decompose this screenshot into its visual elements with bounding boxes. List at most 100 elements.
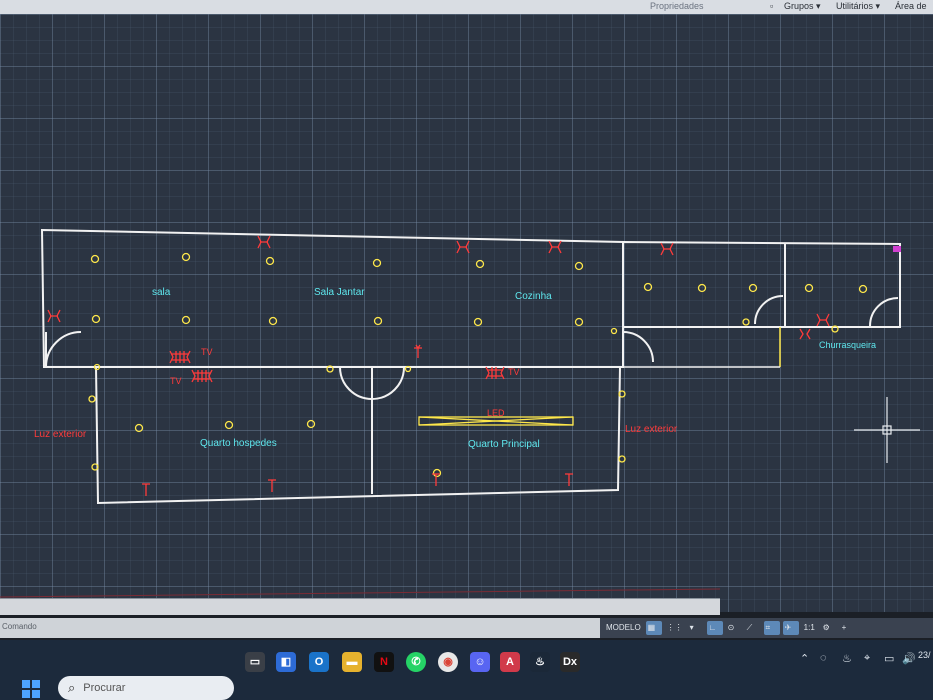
light-icon (697, 283, 707, 293)
chrome-icon[interactable]: ◉ (438, 652, 458, 672)
netflix-icon[interactable]: N (374, 652, 394, 672)
room-label-churrasqueira: Churrasqueira (819, 340, 876, 350)
room-label-sala: sala (152, 287, 171, 298)
outlet-icon (548, 240, 562, 254)
outlet-icon (799, 328, 811, 340)
autocad-icon[interactable]: A (500, 652, 520, 672)
light-icon (268, 316, 278, 326)
magenta-marker (893, 246, 901, 252)
store-icon[interactable]: ◧ (276, 652, 296, 672)
floor-plan: sala Sala Jantar Cozinha Churrasqueira Q… (0, 228, 920, 598)
location-icon[interactable]: ⌖ (864, 652, 870, 665)
scale-label[interactable]: 1:1 (802, 621, 818, 635)
discord-icon[interactable]: ☺ (470, 652, 490, 672)
outlet-icon (191, 369, 213, 383)
otrack-icon[interactable]: ⌗ (763, 621, 780, 635)
ribbon-grupos[interactable]: Grupos ▾ (784, 0, 821, 12)
task-view-icon[interactable]: ▭ (245, 652, 265, 672)
outlet-icon (456, 240, 470, 254)
light-icon (858, 284, 868, 294)
display-icon[interactable]: ▭ (884, 652, 894, 665)
snap-icon[interactable]: ⋮⋮ (665, 621, 685, 635)
crosshair-cursor (854, 397, 920, 463)
light-icon (372, 258, 382, 268)
outlet-icon (485, 366, 505, 380)
ribbon-properties[interactable]: Propriedades (650, 0, 704, 12)
light-icon (134, 423, 144, 433)
command-line[interactable] (0, 598, 720, 615)
tray-app-icon[interactable]: ◌ (820, 652, 827, 664)
light-icon (473, 317, 483, 327)
clock[interactable]: 23/ (918, 650, 931, 660)
windows-start-icon[interactable] (22, 680, 40, 698)
search-icon: ⌕ (68, 680, 76, 695)
door-arc-right2 (869, 297, 899, 327)
osnap-icon[interactable]: ⟋ (745, 621, 761, 635)
door-arc-right1 (754, 295, 784, 325)
red-guide-line (0, 588, 721, 598)
room-label-cozinha: Cozinha (515, 291, 552, 302)
dropdown-icon[interactable]: ▾ (688, 621, 704, 635)
status-bar: MODELO ▦ ⋮⋮ ▾ ∟ ⊙ ⟋ ⌗ ✈ 1:1 ⚙ + (600, 618, 933, 638)
tv-label: TV (508, 367, 520, 377)
outlet-icon (47, 309, 61, 323)
annotation-icon[interactable]: ✈ (782, 621, 799, 635)
taskbar: ⌕ Procurar ▭ ◧ O ▬ N ✆ ◉ ☺ A ♨ Dx ⌃ ◌ ♨ … (0, 640, 933, 700)
steam-tray-icon[interactable]: ♨ (842, 652, 852, 665)
light-icon (224, 420, 234, 430)
room-label-quarto-principal: Quarto Principal (468, 439, 540, 450)
led-strip (418, 416, 574, 426)
led-label: LED (487, 408, 505, 418)
volume-icon[interactable]: 🔊 (902, 652, 916, 665)
tv-label: TV (170, 376, 182, 386)
taskbar-search[interactable]: ⌕ Procurar (58, 676, 234, 700)
light-icon (574, 261, 584, 271)
dx-icon[interactable]: Dx (560, 652, 580, 672)
light-icon (88, 395, 96, 403)
switch-icon (610, 327, 618, 335)
luz-exterior-label: Luz exterior (625, 424, 678, 435)
outlet-icon (169, 350, 191, 364)
ribbon-dropdown-icon[interactable]: ▫ (770, 0, 773, 12)
outlet-icon (268, 479, 276, 492)
light-icon (265, 256, 275, 266)
ribbon-utilitarios[interactable]: Utilitários ▾ (836, 0, 880, 12)
search-placeholder: Procurar (83, 682, 126, 694)
folder-icon[interactable]: ▬ (342, 652, 362, 672)
whatsapp-icon[interactable]: ✆ (406, 652, 426, 672)
light-icon (306, 419, 316, 429)
grid-toggle-icon[interactable]: ▦ (645, 621, 662, 635)
polar-icon[interactable]: ⊙ (726, 621, 742, 635)
gear-icon[interactable]: ⚙ (821, 621, 837, 635)
light-icon (574, 317, 584, 327)
light-icon (181, 315, 191, 325)
outlook-icon[interactable]: O (309, 652, 329, 672)
light-icon (804, 283, 814, 293)
outlet-icon (142, 483, 150, 496)
ortho-icon[interactable]: ∟ (706, 621, 723, 635)
outlet-icon (816, 313, 830, 327)
tv-label: TV (201, 347, 213, 357)
switch-icon (414, 344, 422, 358)
luz-exterior-label: Luz exterior (34, 429, 87, 440)
outlet-icon (565, 473, 573, 486)
outlet-icon (660, 242, 674, 256)
door-arc-sala (45, 331, 82, 368)
model-tab[interactable]: MODELO (604, 621, 643, 635)
light-icon (432, 468, 442, 478)
light-icon (742, 318, 750, 326)
light-icon (618, 455, 626, 463)
light-icon (748, 283, 758, 293)
chevron-up-icon[interactable]: ⌃ (800, 652, 809, 665)
steam-icon[interactable]: ♨ (530, 652, 550, 672)
outlet-icon (257, 235, 271, 249)
drawing-canvas[interactable]: sala Sala Jantar Cozinha Churrasqueira Q… (0, 14, 933, 612)
room-label-sala-jantar: Sala Jantar (314, 287, 365, 298)
light-icon (91, 314, 101, 324)
light-icon (181, 252, 191, 262)
door-arc-kitchen (622, 331, 654, 363)
ribbon-bar: Propriedades ▫ Grupos ▾ Utilitários ▾ Ár… (0, 0, 933, 23)
command-line-area[interactable]: Comando (0, 618, 600, 638)
light-icon (373, 316, 383, 326)
plus-icon[interactable]: + (840, 621, 856, 635)
